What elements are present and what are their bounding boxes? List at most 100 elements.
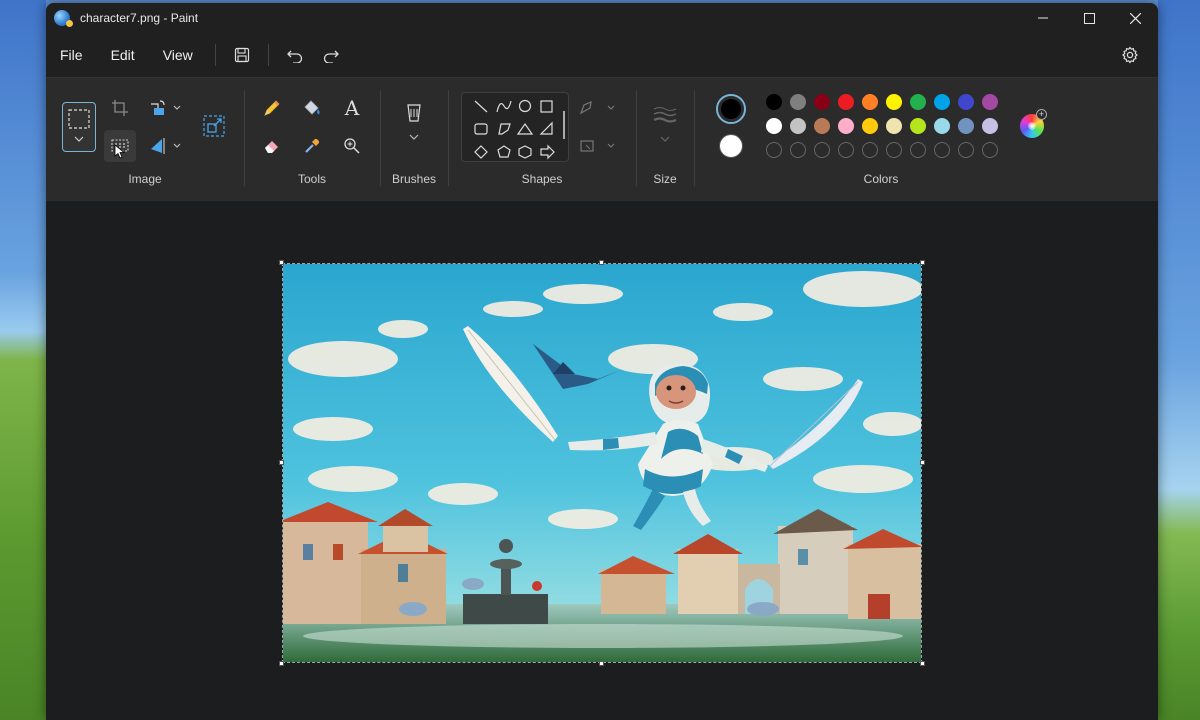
gear-icon	[1122, 46, 1138, 64]
menu-bar: File Edit View	[46, 33, 1158, 77]
magnifier-button[interactable]	[336, 130, 368, 162]
pencil-icon	[264, 100, 280, 116]
resize-handle-bottom-left[interactable]	[279, 661, 284, 666]
custom-color-slot[interactable]	[766, 142, 782, 158]
custom-color-slot[interactable]	[814, 142, 830, 158]
shapes-group: Shapes	[448, 78, 636, 202]
color-swatch[interactable]	[766, 118, 782, 134]
color-swatch[interactable]	[886, 118, 902, 134]
color-swatch[interactable]	[790, 94, 806, 110]
outline-button[interactable]	[576, 92, 620, 124]
settings-button[interactable]	[1114, 39, 1146, 71]
shapes-gallery-icons	[474, 99, 565, 160]
minimize-button[interactable]	[1020, 3, 1066, 33]
brushes-group: Brushes	[380, 78, 448, 202]
brushes-button[interactable]	[398, 98, 430, 148]
color-wheel-center	[1028, 122, 1036, 130]
remove-background-button[interactable]	[104, 130, 136, 162]
menu-view[interactable]: View	[149, 39, 207, 71]
select-button[interactable]	[62, 102, 96, 152]
custom-color-slot[interactable]	[838, 142, 854, 158]
shapes-gallery[interactable]	[461, 92, 569, 162]
pencil-button[interactable]	[256, 92, 288, 124]
menu-edit[interactable]: Edit	[97, 39, 149, 71]
color-swatch[interactable]	[934, 94, 950, 110]
color-swatch[interactable]	[982, 94, 998, 110]
canvas-area[interactable]	[46, 201, 1158, 720]
color-swatch[interactable]	[862, 118, 878, 134]
resize-handle-bottom[interactable]	[599, 661, 604, 666]
save-button[interactable]	[224, 39, 260, 71]
add-color-icon: +	[1036, 109, 1047, 120]
color-swatch[interactable]	[958, 118, 974, 134]
paint-bucket-icon	[304, 100, 320, 115]
paint-app-icon	[54, 10, 73, 27]
eraser-button[interactable]	[256, 130, 288, 162]
custom-color-slot[interactable]	[886, 142, 902, 158]
menu-separator	[214, 44, 216, 66]
menu-file[interactable]: File	[46, 39, 97, 71]
menu-separator	[267, 44, 269, 66]
primary-color-swatch[interactable]	[716, 94, 746, 124]
close-icon	[1129, 12, 1141, 24]
color-swatch[interactable]	[910, 94, 926, 110]
resize-handle-top-left[interactable]	[279, 260, 284, 265]
line-size-icon	[653, 107, 677, 142]
crop-icon	[112, 100, 128, 116]
eyedropper-icon	[305, 138, 320, 153]
desktop-wallpaper-left	[0, 0, 46, 720]
rotate-button[interactable]	[146, 92, 186, 124]
window-controls	[1020, 3, 1158, 33]
resize-handle-left[interactable]	[279, 460, 284, 465]
image-group: Image	[46, 78, 244, 202]
color-swatch[interactable]	[934, 118, 950, 134]
tools-group: A Tools	[244, 78, 380, 202]
close-button[interactable]	[1112, 3, 1158, 33]
custom-color-slot[interactable]	[982, 142, 998, 158]
tools-group-label: Tools	[297, 172, 326, 186]
color-swatch[interactable]	[910, 118, 926, 134]
color-swatch[interactable]	[838, 94, 854, 110]
canvas-image[interactable]	[278, 260, 925, 666]
color-swatch[interactable]	[982, 118, 998, 134]
resize-handle-bottom-right[interactable]	[920, 661, 925, 666]
crop-button[interactable]	[104, 92, 136, 124]
color-swatch[interactable]	[790, 118, 806, 134]
text-button[interactable]: A	[336, 92, 368, 124]
shape-fill-button[interactable]	[576, 130, 620, 162]
size-group-label: Size	[653, 172, 677, 186]
color-swatch[interactable]	[838, 118, 854, 134]
rectangular-select-icon	[68, 109, 90, 142]
save-icon	[234, 47, 249, 63]
color-swatch[interactable]	[958, 94, 974, 110]
custom-color-slot[interactable]	[790, 142, 806, 158]
custom-color-slot[interactable]	[934, 142, 950, 158]
window-title: character7.png - Paint	[80, 11, 199, 25]
colors-group: + Colors	[694, 78, 1068, 202]
flip-button[interactable]	[146, 130, 186, 162]
color-swatch[interactable]	[886, 94, 902, 110]
outline-icon	[579, 101, 615, 115]
resize-handle-top-right[interactable]	[920, 260, 925, 265]
resize-button[interactable]	[198, 110, 230, 142]
resize-handle-right[interactable]	[920, 460, 925, 465]
color-picker-button[interactable]	[296, 130, 328, 162]
color-swatch[interactable]	[814, 118, 830, 134]
custom-color-slot[interactable]	[910, 142, 926, 158]
maximize-button[interactable]	[1066, 3, 1112, 33]
color-swatch[interactable]	[814, 94, 830, 110]
size-button[interactable]	[649, 100, 681, 150]
undo-button[interactable]	[277, 39, 313, 71]
fill-button[interactable]	[296, 92, 328, 124]
flip-icon	[151, 138, 181, 154]
redo-button[interactable]	[313, 39, 349, 71]
resize-icon	[203, 115, 225, 137]
color-swatch[interactable]	[862, 94, 878, 110]
ribbon-toolbar: Image A Tools Brushes Shapes Size + Colo…	[46, 77, 1158, 201]
color-swatch[interactable]	[766, 94, 782, 110]
secondary-color-swatch[interactable]	[719, 134, 743, 158]
resize-handle-top[interactable]	[599, 260, 604, 265]
size-group: Size	[636, 78, 694, 202]
custom-color-slot[interactable]	[958, 142, 974, 158]
custom-color-slot[interactable]	[862, 142, 878, 158]
